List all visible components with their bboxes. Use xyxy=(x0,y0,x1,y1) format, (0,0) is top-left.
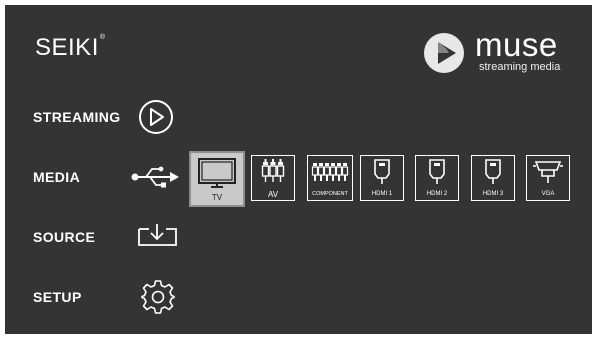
brand-name: SEIKI xyxy=(35,34,99,61)
muse-logo: muse streaming media xyxy=(423,27,583,79)
tv-home-screen: SEIKI® muse streaming media STREAMING ME… xyxy=(5,5,592,334)
source-tile-component[interactable]: COMPONENT xyxy=(307,155,353,201)
av-connector-icon xyxy=(261,159,285,182)
source-tile-av[interactable]: AV xyxy=(251,155,295,201)
gear-icon xyxy=(141,280,175,314)
source-label-hdmi-1: HDMI 1 xyxy=(371,191,393,197)
seiki-logo: SEIKI® xyxy=(35,34,106,62)
source-tile-tv[interactable]: TV xyxy=(189,151,245,207)
hdmi-connector-icon xyxy=(374,159,390,184)
source-tile-vga[interactable]: VGA xyxy=(526,155,570,201)
menu-label-setup: SETUP xyxy=(33,289,82,305)
muse-play-icon xyxy=(424,33,464,73)
menu-item-source[interactable]: SOURCE xyxy=(33,217,193,257)
source-tile-hdmi-2[interactable]: HDMI 2 xyxy=(415,155,459,201)
source-label-hdmi-3: HDMI 3 xyxy=(482,191,504,197)
menu-item-streaming[interactable]: STREAMING xyxy=(33,97,193,137)
source-label-component: COMPONENT xyxy=(312,191,348,197)
source-tile-hdmi-1[interactable]: HDMI 1 xyxy=(360,155,404,201)
component-connector-icon xyxy=(311,163,349,181)
source-label-vga: VGA xyxy=(541,191,555,197)
menu-label-source: SOURCE xyxy=(33,229,96,245)
muse-wordmark: muse xyxy=(475,26,558,63)
hdmi-connector-icon xyxy=(485,159,501,184)
vga-connector-icon xyxy=(533,161,563,183)
play-circle-icon xyxy=(139,100,173,134)
menu-item-media[interactable]: MEDIA xyxy=(33,157,193,197)
input-tray-icon xyxy=(138,224,177,246)
source-label-tv: TV xyxy=(211,193,223,202)
registered-mark: ® xyxy=(99,34,106,41)
menu-label-media: MEDIA xyxy=(33,169,81,185)
source-tile-hdmi-3[interactable]: HDMI 3 xyxy=(471,155,515,201)
menu-item-setup[interactable]: SETUP xyxy=(33,277,193,317)
muse-tagline: streaming media xyxy=(479,61,561,73)
hdmi-connector-icon xyxy=(429,159,445,184)
usb-icon xyxy=(131,166,179,188)
source-label-av: AV xyxy=(267,190,279,199)
tv-icon xyxy=(198,158,236,188)
menu-label-streaming: STREAMING xyxy=(33,109,121,125)
source-label-hdmi-2: HDMI 2 xyxy=(426,191,448,197)
